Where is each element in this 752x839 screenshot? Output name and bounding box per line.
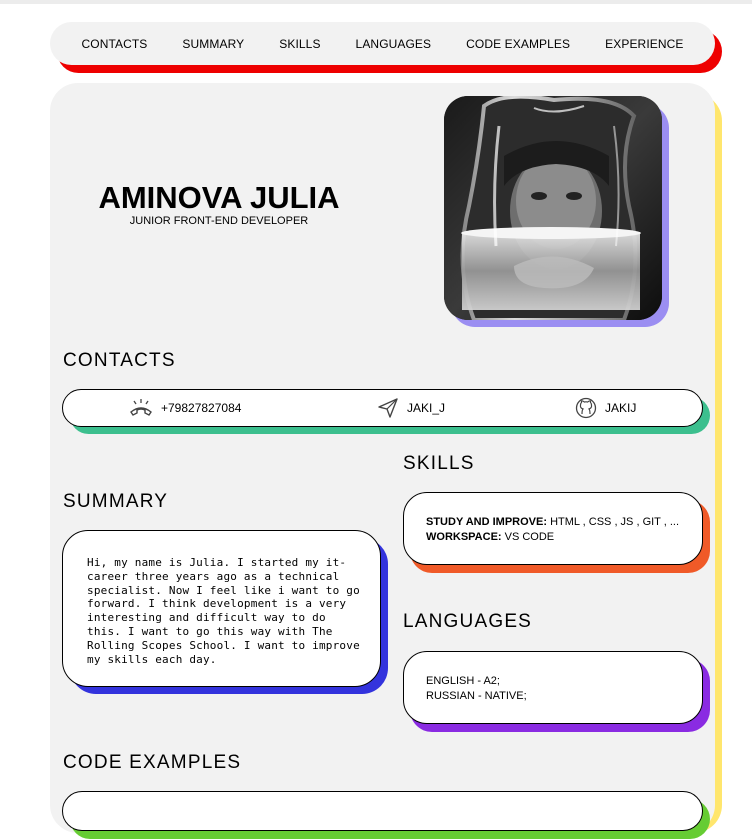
- contact-telegram[interactable]: JAKI_J: [377, 397, 445, 419]
- nav-link-experience[interactable]: EXPERIENCE: [605, 37, 683, 51]
- contact-phone[interactable]: +79827827084: [129, 398, 241, 418]
- code-examples-heading: CODE EXAMPLES: [63, 752, 242, 773]
- languages-heading: LANGUAGES: [403, 611, 533, 632]
- contact-telegram-label: JAKI_J: [407, 401, 446, 415]
- page-title: AMINOVA JULIA: [98, 180, 340, 215]
- skills-workspace-line: WORKSPACE: VS CODE: [426, 530, 696, 545]
- github-icon: [575, 397, 597, 419]
- skills-study-label: STUDY AND IMPROVE:: [426, 516, 548, 528]
- profile-photo: [444, 96, 662, 320]
- contacts-heading: CONTACTS: [63, 350, 176, 371]
- summary-text: Hi, my name is Julia. I started my it-ca…: [87, 556, 360, 666]
- nav-link-summary[interactable]: SUMMARY: [182, 37, 244, 51]
- languages-content: ENGLISH - A2; RUSSIAN - NATIVE;: [426, 674, 686, 704]
- top-navigation: CONTACTS SUMMARY SKILLS LANGUAGES CODE E…: [50, 22, 715, 65]
- profile-photo-image: [444, 96, 662, 320]
- skills-heading: SKILLS: [403, 453, 475, 474]
- language-item-english: ENGLISH - A2;: [426, 675, 500, 687]
- summary-heading: SUMMARY: [63, 491, 169, 512]
- contact-github-label: JAKIJ: [605, 401, 637, 415]
- nav-link-code-examples[interactable]: CODE EXAMPLES: [466, 37, 570, 51]
- skills-study-line: STUDY AND IMPROVE: HTML , CSS , JS , GIT…: [426, 515, 696, 530]
- code-examples-box: [62, 791, 703, 831]
- skills-workspace-value: VS CODE: [501, 531, 555, 543]
- contact-phone-label: +79827827084: [161, 401, 242, 415]
- nav-link-skills[interactable]: SKILLS: [279, 37, 320, 51]
- browser-top-edge: [0, 0, 752, 4]
- phone-icon: [130, 399, 152, 416]
- nav-link-languages[interactable]: LANGUAGES: [356, 37, 432, 51]
- job-title: JUNIOR FRONT-END DEVELOPER: [129, 215, 309, 227]
- skills-study-value: HTML , CSS , JS , GIT , ...: [547, 516, 680, 528]
- contact-github[interactable]: JAKIJ: [575, 397, 636, 419]
- skills-content: STUDY AND IMPROVE: HTML , CSS , JS , GIT…: [426, 515, 696, 545]
- language-item-russian: RUSSIAN - NATIVE;: [426, 690, 527, 702]
- send-icon: [378, 398, 398, 418]
- skills-workspace-label: WORKSPACE:: [426, 531, 502, 543]
- nav-link-contacts[interactable]: CONTACTS: [82, 37, 148, 51]
